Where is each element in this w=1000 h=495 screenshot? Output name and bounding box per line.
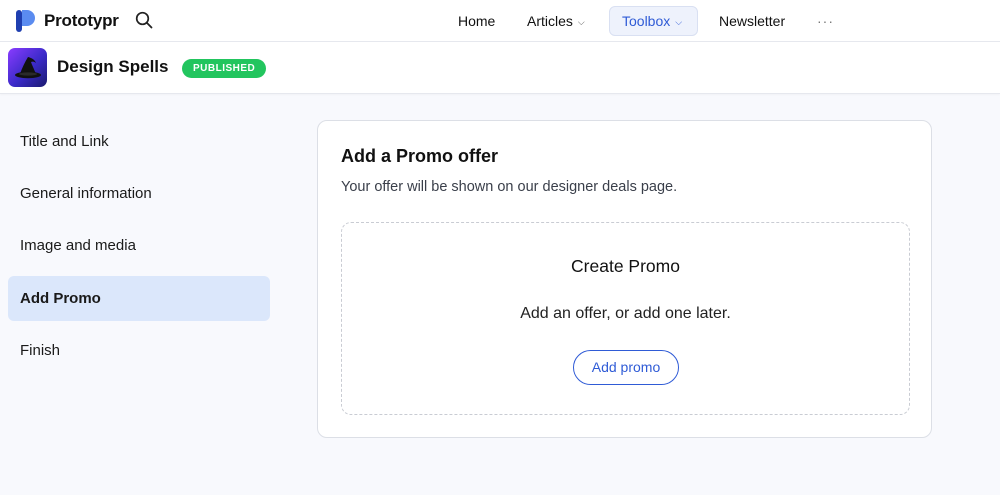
sidebar-item-label: Add Promo — [20, 290, 101, 307]
product-title: Design Spells — [57, 57, 169, 76]
wizard-hat-icon — [8, 48, 47, 87]
add-promo-button[interactable]: Add promo — [573, 350, 679, 385]
sidebar-item-label: Image and media — [20, 237, 136, 254]
sidebar-item-label: Finish — [20, 342, 61, 359]
more-menu-icon[interactable]: ··· — [805, 6, 846, 36]
nav-articles-label: Articles — [527, 13, 573, 29]
sidebar-item-image-and-media[interactable]: Image and media — [8, 223, 270, 268]
card-title: Add a Promo offer — [341, 146, 499, 166]
sidebar-item-add-promo[interactable]: Add Promo — [8, 276, 270, 321]
sidebar-item-finish[interactable]: Finish — [8, 328, 270, 373]
more-dots: ··· — [817, 13, 834, 29]
product-header: Design Spells PUBLISHED — [0, 42, 1000, 94]
sidebar-item-general-information[interactable]: General information — [8, 171, 270, 216]
sidebar-item-label: Title and Link — [20, 133, 109, 150]
chevron-down-icon: ⌵ — [675, 17, 683, 27]
status-badge: PUBLISHED — [182, 59, 267, 78]
nav-newsletter-label: Newsletter — [719, 13, 786, 29]
prototypr-logo-icon — [16, 10, 35, 32]
brand-name: Prototypr — [44, 10, 119, 30]
nav-newsletter[interactable]: Newsletter — [707, 6, 797, 36]
brand-logo[interactable]: Prototypr — [14, 7, 119, 34]
empty-state-title: Create Promo — [571, 256, 680, 276]
nav-home[interactable]: Home — [446, 6, 507, 36]
sidebar-item-title-and-link[interactable]: Title and Link — [8, 119, 270, 164]
promo-card: Add a Promo offer Your offer will be sho… — [317, 120, 932, 438]
nav-toolbox[interactable]: Toolbox ⌵ — [609, 6, 698, 36]
card-subtitle: Your offer will be shown on our designer… — [341, 179, 678, 195]
nav-toolbox-label: Toolbox — [622, 13, 671, 29]
search-icon[interactable] — [135, 11, 153, 29]
sidebar-item-label: General information — [20, 185, 152, 202]
chevron-down-icon: ⌵ — [577, 17, 585, 27]
empty-state-text: Add an offer, or add one later. — [520, 305, 731, 322]
promo-empty-state: Create Promo Add an offer, or add one la… — [341, 222, 910, 415]
nav-home-label: Home — [458, 13, 496, 29]
nav-articles[interactable]: Articles ⌵ — [515, 6, 597, 36]
top-navbar: Prototypr Home Articles ⌵ Toolbox ⌵ Newsle… — [0, 0, 1000, 42]
